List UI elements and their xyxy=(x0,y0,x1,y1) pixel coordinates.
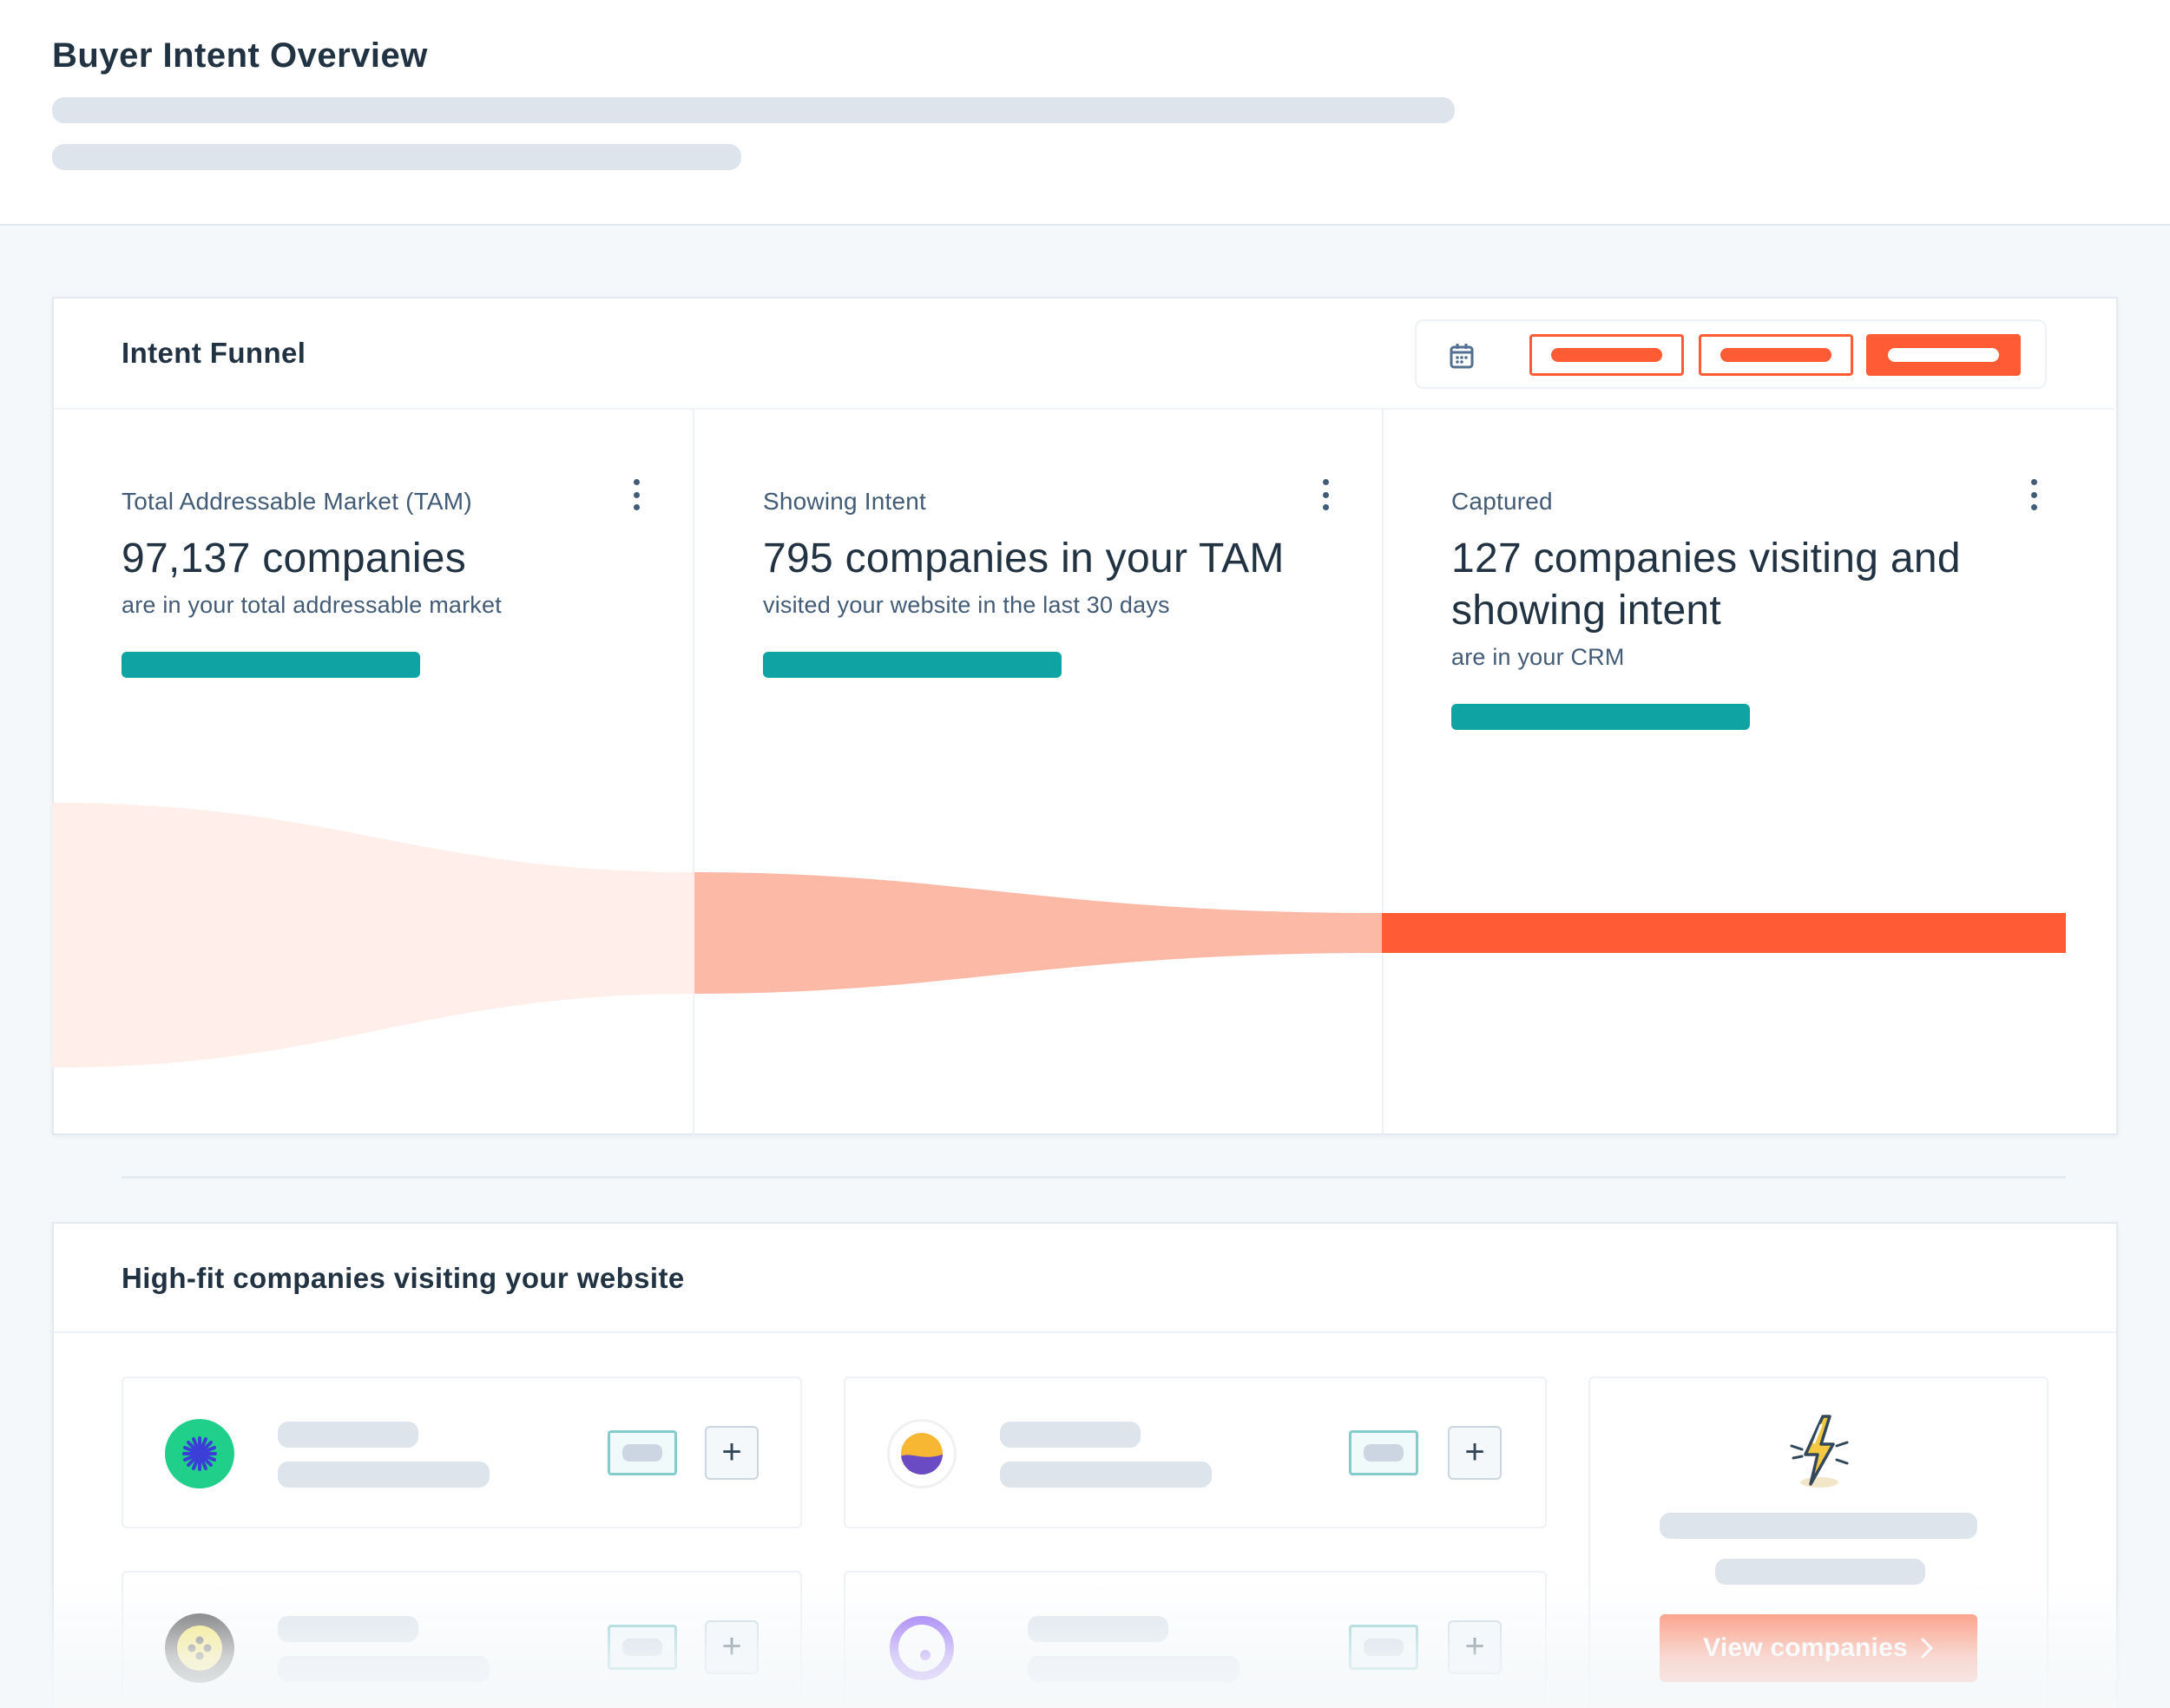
view-companies-label: View companies xyxy=(1703,1633,1908,1662)
company-name-placeholder xyxy=(278,1422,418,1448)
showing-intent-value: 795 companies in your TAM xyxy=(763,535,1285,581)
high-fit-title: High-fit companies visiting your website xyxy=(122,1262,685,1294)
company-name-placeholder xyxy=(278,1616,418,1642)
intent-funnel-visual xyxy=(52,803,2066,1068)
sunset-wave-logo xyxy=(887,1419,957,1488)
showing-intent-label: Showing Intent xyxy=(763,488,927,515)
range-option-1[interactable] xyxy=(1529,334,1684,376)
tam-progress-bar xyxy=(122,652,420,678)
company-tag-button[interactable] xyxy=(1349,1430,1418,1475)
description-placeholder-line-2 xyxy=(52,144,741,170)
purple-ring-logo xyxy=(887,1613,957,1683)
captured-progress-bar xyxy=(1451,704,1750,730)
captured-metric: Captured 127 companies visiting and show… xyxy=(1451,488,2015,730)
description-placeholder-line-1 xyxy=(52,97,1455,123)
high-fit-header-divider xyxy=(54,1331,2116,1333)
range-option-3-placeholder xyxy=(1888,348,1999,362)
green-asterisk-logo xyxy=(165,1419,234,1488)
company-detail-placeholder xyxy=(278,1656,490,1682)
funnel-stage-captured xyxy=(1382,913,2066,953)
intent-funnel-title: Intent Funnel xyxy=(122,337,306,369)
funnel-stage-showing-intent xyxy=(694,872,1382,994)
yellow-dots-logo xyxy=(165,1613,234,1683)
tam-label: Total Addressable Market (TAM) xyxy=(122,488,472,515)
company-card[interactable]: + xyxy=(844,1571,1547,1708)
range-option-3[interactable] xyxy=(1866,334,2021,376)
company-card[interactable]: + xyxy=(122,1571,802,1708)
funnel-header-divider xyxy=(54,408,2114,410)
company-tag-button[interactable] xyxy=(608,1625,677,1670)
add-company-button[interactable]: + xyxy=(705,1620,759,1674)
chevron-right-icon xyxy=(1921,1638,1933,1659)
tam-value: 97,137 companies xyxy=(122,535,467,581)
captured-value: 127 companies visiting and showing inten… xyxy=(1451,535,1961,634)
lightning-bolt-icon xyxy=(1783,1411,1856,1491)
company-tag-button[interactable] xyxy=(608,1430,677,1475)
add-company-button[interactable]: + xyxy=(1448,1426,1502,1480)
cta-text-placeholder-2 xyxy=(1715,1559,1925,1585)
cta-text-placeholder-1 xyxy=(1660,1513,1977,1539)
company-name-placeholder xyxy=(1000,1422,1141,1448)
view-companies-card: View companies xyxy=(1588,1376,2048,1708)
showing-intent-metric: Showing Intent 795 companies in your TAM… xyxy=(763,488,1353,678)
tam-description: are in your total addressable market xyxy=(122,592,502,618)
company-tag-button[interactable] xyxy=(1349,1625,1418,1670)
tam-more-options-icon[interactable] xyxy=(628,476,645,514)
company-detail-placeholder xyxy=(278,1462,490,1488)
add-company-button[interactable]: + xyxy=(1448,1620,1502,1674)
company-detail-placeholder xyxy=(1028,1656,1240,1682)
date-range-toolbar xyxy=(1415,319,2047,389)
showing-intent-progress-bar xyxy=(763,652,1062,678)
company-card[interactable]: + xyxy=(122,1376,802,1528)
calendar-icon[interactable] xyxy=(1443,337,1481,375)
add-company-button[interactable]: + xyxy=(705,1426,759,1480)
range-option-2[interactable] xyxy=(1699,334,1853,376)
captured-description: are in your CRM xyxy=(1451,644,1625,670)
page-title: Buyer Intent Overview xyxy=(52,36,428,75)
section-separator xyxy=(122,1176,2066,1179)
page-header: Buyer Intent Overview xyxy=(0,0,2170,226)
company-card[interactable]: + xyxy=(844,1376,1547,1528)
company-detail-placeholder xyxy=(1000,1462,1212,1488)
company-name-placeholder xyxy=(1028,1616,1168,1642)
showing-intent-more-options-icon[interactable] xyxy=(1317,476,1334,514)
tam-metric: Total Addressable Market (TAM) 97,137 co… xyxy=(122,488,660,678)
captured-more-options-icon[interactable] xyxy=(2025,476,2042,514)
view-companies-button[interactable]: View companies xyxy=(1660,1614,1977,1682)
captured-label: Captured xyxy=(1451,488,1553,515)
funnel-stage-tam xyxy=(52,803,694,1068)
range-option-1-placeholder xyxy=(1551,348,1662,362)
showing-intent-description: visited your website in the last 30 days xyxy=(763,592,1170,618)
range-option-2-placeholder xyxy=(1720,348,1831,362)
